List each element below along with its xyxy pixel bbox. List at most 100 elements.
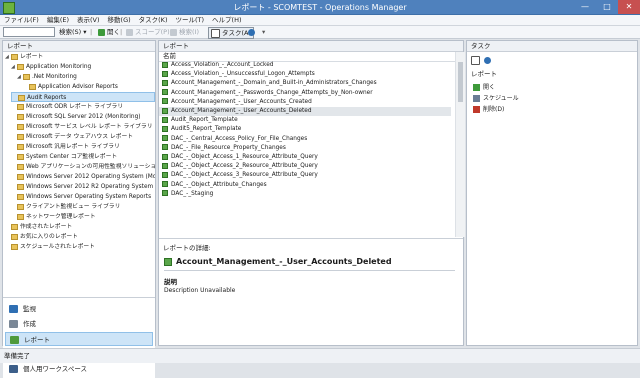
toolbar: 検索(S) ▾ | 開く | スコープ(P) 検索(I) タスク(A) ▾ — [0, 26, 640, 39]
tree-node[interactable]: お気に入りのレポート — [5, 232, 78, 242]
schedule-icon — [473, 95, 480, 102]
tree-node-label: Microsoft サービス レベル レポート ライブラリ — [26, 124, 153, 130]
tree-node[interactable]: 作成されたレポート — [5, 222, 72, 232]
task-delete[interactable]: 削除(D) — [473, 105, 504, 115]
report-icon — [162, 107, 168, 114]
tree-node[interactable]: クライアント監視ビュー ライブラリ — [11, 202, 120, 212]
tree-node-label: Windows Server 2012 R2 Operating System … — [26, 184, 155, 190]
menu-tasks[interactable]: タスク(K) — [135, 15, 172, 26]
minimize-button[interactable]: — — [574, 0, 596, 14]
menu-go[interactable]: 移動(G) — [104, 15, 135, 26]
report-row[interactable]: DAC_-_Staging — [159, 190, 451, 199]
report-icon — [162, 61, 168, 68]
tree-node[interactable]: Microsoft データ ウェアハウス レポート — [11, 132, 133, 142]
report-row[interactable]: DAC_-_Object_Attribute_Changes — [159, 181, 451, 190]
navigation-pane: レポート ◢ レポート ◢ Application Monitoring ◢ .Net M… — [2, 40, 156, 378]
tree-node[interactable]: Windows Server 2012 R2 Operating System … — [11, 182, 155, 192]
tree-node[interactable]: Audit Reports — [11, 92, 155, 102]
report-row[interactable]: Account_Management_-_Passwords_Change_At… — [159, 89, 451, 98]
help-icon — [248, 28, 255, 36]
tree-node-label: .Net Monitoring — [32, 74, 77, 80]
monitoring-icon — [9, 305, 18, 313]
report-name: Audit_Report_Template — [171, 117, 238, 124]
tree-node-label: Application Advisor Reports — [38, 84, 118, 90]
report-row[interactable]: Account_Management_-_User_Accounts_Delet… — [159, 107, 451, 117]
tree-node[interactable]: Application Advisor Reports — [23, 82, 118, 92]
find-button[interactable]: 検索(I) — [168, 27, 201, 37]
report-row[interactable]: Account_Management_-_User_Accounts_Creat… — [159, 98, 451, 107]
wunderbar-authoring[interactable]: 作成 — [5, 317, 153, 331]
report-name: DAC_-_Object_Access_2_Resource_Attribute… — [171, 163, 318, 170]
scope-button[interactable]: スコープ(P) — [124, 27, 172, 37]
delete-icon — [473, 106, 480, 113]
report-row[interactable]: DAC_-_Object_Access_1_Resource_Attribute… — [159, 153, 451, 162]
report-row[interactable]: Access_Violation_-_Account_Locked — [159, 61, 451, 70]
vertical-scrollbar[interactable] — [455, 52, 465, 237]
report-row[interactable]: Audit5_Report_Template — [159, 125, 451, 134]
menu-tools[interactable]: ツール(T) — [171, 15, 208, 26]
wunderbar-label: 個人用ワークスペース — [23, 365, 88, 373]
report-row[interactable]: DAC_-_Central_Access_Policy_For_File_Cha… — [159, 135, 451, 144]
report-row[interactable]: Account_Management_-_Domain_and_Built-in… — [159, 79, 451, 88]
tasks-pane-help-icon[interactable] — [484, 56, 492, 64]
tree-node[interactable]: ◢ .Net Monitoring — [17, 72, 77, 82]
tree-node[interactable]: Microsoft SQL Server 2012 (Monitoring) — [11, 112, 141, 122]
tree-node-label: Microsoft ODR レポート ライブラリ — [26, 104, 124, 110]
toolbar-overflow[interactable]: ▾ — [260, 27, 267, 37]
column-header-label: 名前 — [163, 52, 176, 60]
report-name: DAC_-_Central_Access_Policy_For_File_Cha… — [171, 135, 308, 142]
results-pane-header: レポート — [159, 41, 463, 52]
report-row[interactable]: DAC_-_Object_Access_2_Resource_Attribute… — [159, 162, 451, 171]
tree-node[interactable]: Microsoft 汎用レポート ライブラリ — [11, 142, 120, 152]
tree-node[interactable]: ネットワーク管理レポート — [11, 212, 96, 222]
report-name: DAC_-_Staging — [171, 190, 214, 197]
report-row[interactable]: Access_Violation_-_Unsuccessful_Logon_At… — [159, 70, 451, 79]
tasks-pane-toggle-icon[interactable] — [471, 55, 480, 65]
tree-node-label: Microsoft データ ウェアハウス レポート — [26, 134, 134, 140]
menu-view[interactable]: 表示(V) — [73, 15, 104, 26]
folder-icon — [17, 143, 24, 150]
tree-node[interactable]: Windows Server Operating System Reports — [11, 192, 151, 202]
wunderbar-workspace[interactable]: 個人用ワークスペース — [5, 362, 153, 376]
tree-node[interactable]: System Center コア監視レポート — [11, 152, 117, 162]
help-button[interactable] — [246, 27, 259, 37]
wunderbar-label: 作成 — [23, 320, 36, 328]
tree-node[interactable]: スケジュールされたレポート — [5, 242, 95, 252]
report-icon — [162, 135, 168, 142]
tree-node[interactable]: Web アプリケーションの可用性監視ソリューション ライブラリ — [11, 162, 155, 172]
report-name: DAC_-_Object_Access_1_Resource_Attribute… — [171, 154, 318, 160]
tasks-pane-header: タスク — [467, 41, 637, 52]
task-schedule[interactable]: スケジュール — [473, 94, 519, 104]
wunderbar-reporting[interactable]: レポート — [5, 332, 153, 346]
search-input[interactable] — [3, 27, 55, 37]
tree-node[interactable]: ◢ レポート — [5, 52, 43, 62]
folder-icon — [18, 94, 25, 101]
report-list: Access_Violation_-_Account_Locked Access_… — [159, 61, 455, 237]
wunderbar-monitoring[interactable]: 監視 — [5, 302, 153, 316]
menu-file[interactable]: ファイル(F) — [0, 15, 43, 26]
report-row[interactable]: DAC_-_File_Resource_Property_Changes — [159, 144, 451, 153]
tree-node-label: System Center コア監視レポート — [26, 154, 118, 160]
folder-icon — [17, 203, 24, 210]
tree-node[interactable]: Microsoft サービス レベル レポート ライブラリ — [11, 122, 153, 132]
report-name: Account_Management_-_Domain_and_Built-in… — [171, 80, 377, 87]
report-icon — [162, 181, 168, 188]
task-label: 開く — [483, 84, 496, 91]
scrollbar-thumb[interactable] — [458, 62, 463, 102]
maximize-button[interactable]: □ — [596, 0, 618, 14]
task-open[interactable]: 開く — [473, 83, 495, 93]
menu-edit[interactable]: 編集(E) — [43, 15, 73, 26]
tree-node[interactable]: Windows Server 2012 Operating System (Mo… — [11, 172, 155, 182]
menu-help[interactable]: ヘルプ(H) — [208, 15, 245, 26]
tree-node-label: レポート — [20, 54, 44, 60]
report-name: Access_Violation_-_Unsuccessful_Logon_At… — [171, 71, 315, 78]
tree-node[interactable]: Microsoft ODR レポート ライブラリ — [11, 102, 123, 112]
search-button[interactable]: 検索(S) ▾ — [57, 27, 89, 37]
report-row[interactable]: Audit_Report_Template — [159, 116, 451, 125]
tree-node[interactable]: ◢ Application Monitoring — [11, 62, 91, 72]
close-button[interactable]: ✕ — [618, 0, 640, 14]
find-label: 検索(I) — [179, 28, 199, 36]
report-row[interactable]: DAC_-_Object_Access_3_Resource_Attribute… — [159, 171, 451, 180]
authoring-icon — [9, 320, 18, 328]
menu-bar: ファイル(F) 編集(E) 表示(V) 移動(G) タスク(K) ツール(T) ヘルプ(H) — [0, 15, 640, 26]
